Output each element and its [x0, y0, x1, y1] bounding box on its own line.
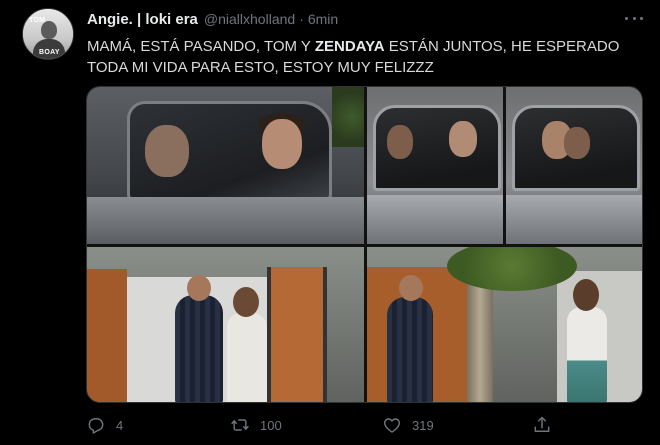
- photo-person-face: [387, 125, 413, 159]
- photo-person-body: [227, 313, 267, 402]
- photo-person-body: [175, 295, 223, 402]
- photo-gate: [267, 267, 327, 402]
- photo-street-1[interactable]: [87, 247, 364, 402]
- display-name[interactable]: Angie. | loki era: [87, 11, 198, 28]
- photo-fence: [87, 269, 127, 402]
- photo-car-door: [367, 195, 503, 244]
- like-count: 319: [412, 417, 434, 433]
- reply-button[interactable]: 4: [86, 414, 123, 436]
- photo-car-door: [506, 195, 642, 244]
- tweet-text-line-1: MAMÁ, ESTÁ PASANDO, TOM Y ZENDAYA ESTÁN …: [87, 36, 647, 57]
- share-icon: [534, 416, 550, 432]
- media-grid: [86, 86, 643, 403]
- photo-person-face: [262, 119, 302, 169]
- retweet-button[interactable]: 100: [230, 414, 282, 436]
- photo-person-body: [387, 297, 433, 402]
- photo-person-face: [564, 127, 590, 159]
- tweet-actions: 4 100 319: [86, 414, 646, 436]
- avatar-text-bottom: BOAY: [39, 49, 60, 56]
- photo-person-body: [567, 307, 607, 402]
- tweet-card[interactable]: TOM BOAY Angie. | loki era @niallxhollan…: [0, 0, 660, 445]
- avatar[interactable]: TOM BOAY: [22, 8, 74, 60]
- photo-car-closeup-2[interactable]: [506, 87, 642, 244]
- more-horizontal-icon-dot: [640, 16, 643, 20]
- tweet-text-part: ESTÁN JUNTOS, HE ESPERADO: [384, 38, 620, 55]
- more-options-button[interactable]: [622, 10, 646, 26]
- tweet-text-line-2: TODA MI VIDA PARA ESTO, ESTOY MUY FELIZZ…: [87, 59, 434, 76]
- heart-icon: [384, 418, 400, 433]
- photo-street-2[interactable]: [367, 247, 642, 402]
- reply-count: 4: [116, 417, 124, 433]
- share-button[interactable]: [532, 414, 552, 436]
- user-handle[interactable]: @niallxholland: [204, 11, 295, 27]
- avatar-text-top: TOM: [29, 17, 46, 24]
- tweet-text-part: MAMÁ, ESTÁ PASANDO, TOM Y: [87, 38, 315, 55]
- retweet-count: 100: [260, 417, 282, 433]
- tweet-text: MAMÁ, ESTÁ PASANDO, TOM Y ZENDAYA ESTÁN …: [87, 36, 647, 78]
- photo-person-head: [573, 279, 599, 311]
- photo-person-face: [449, 121, 477, 157]
- more-horizontal-icon-dot: [632, 16, 636, 20]
- timestamp[interactable]: 6min: [308, 11, 338, 27]
- separator-dot: ·: [299, 11, 304, 27]
- tweet-header: Angie. | loki era @niallxholland · 6min: [87, 11, 338, 31]
- tweet-text-highlight: ZENDAYA: [314, 38, 385, 55]
- photo-tree: [332, 87, 364, 147]
- photo-person-head: [187, 275, 211, 301]
- like-button[interactable]: 319: [382, 414, 434, 436]
- photo-car-wide[interactable]: [87, 87, 364, 244]
- photo-car-closeup-1[interactable]: [367, 87, 503, 244]
- photo-person-head: [399, 275, 423, 301]
- photo-car-hood: [87, 197, 364, 244]
- more-horizontal-icon: [625, 16, 628, 20]
- retweet-icon: [231, 419, 249, 431]
- photo-person-face: [145, 125, 189, 177]
- photo-person-head: [233, 287, 259, 317]
- reply-icon: [88, 418, 104, 434]
